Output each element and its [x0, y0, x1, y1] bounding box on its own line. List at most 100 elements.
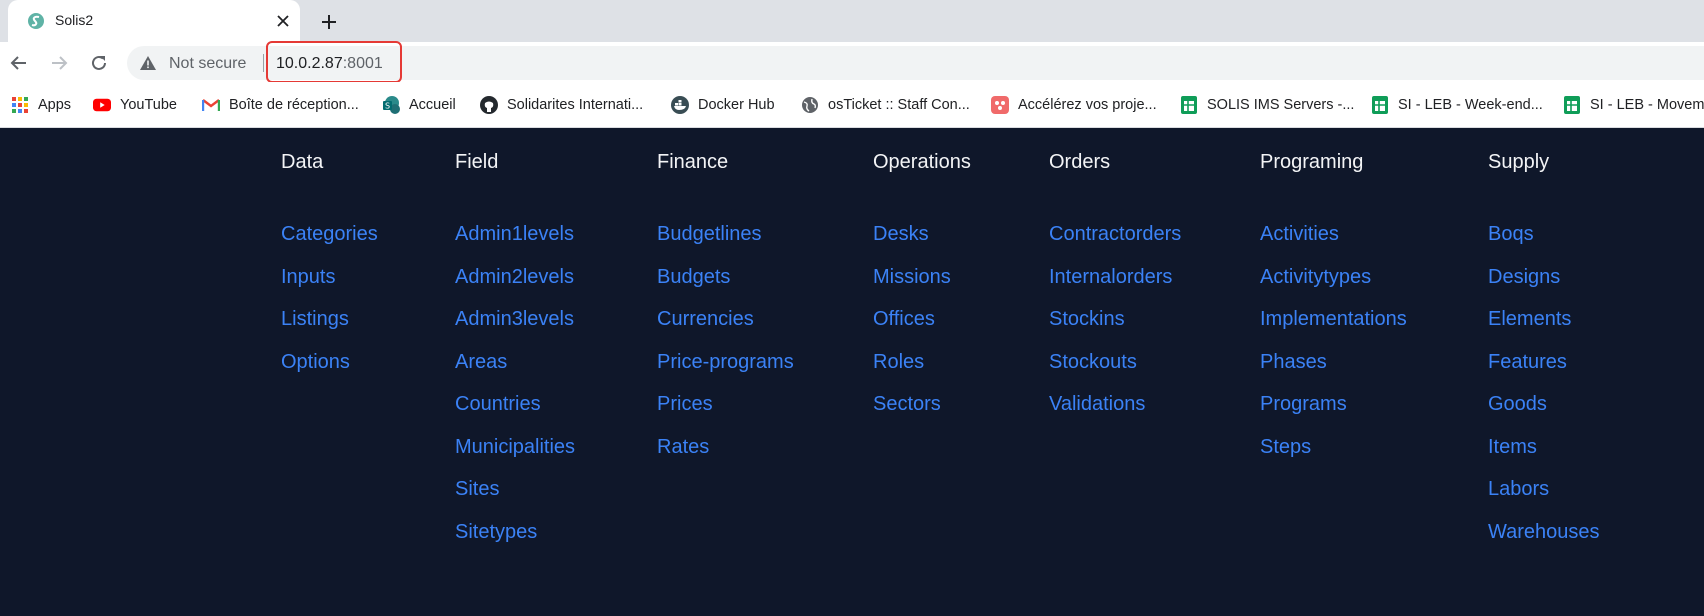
menu-link[interactable]: Admin3levels	[455, 307, 575, 350]
menu-link[interactable]: Prices	[657, 392, 794, 435]
menu-link[interactable]: Internalorders	[1049, 265, 1181, 308]
menu-link[interactable]: Steps	[1260, 435, 1407, 478]
menu-link[interactable]: Sites	[455, 477, 575, 520]
menu-link[interactable]: Programs	[1260, 392, 1407, 435]
bookmark-osticket[interactable]: osTicket :: Staff Con...	[801, 94, 970, 116]
menu-link[interactable]: Boqs	[1488, 222, 1600, 265]
mega-menu: Data Categories Inputs Listings Options …	[256, 128, 1630, 588]
bookmark-youtube[interactable]: YouTube	[93, 94, 177, 116]
sheets-icon	[1180, 96, 1198, 114]
tab-title: Solis2	[55, 12, 94, 28]
menu-link[interactable]: Contractorders	[1049, 222, 1181, 265]
youtube-icon	[93, 96, 111, 114]
menu-link[interactable]: Price-programs	[657, 350, 794, 393]
bookmark-accueil[interactable]: S Accueil	[382, 94, 456, 116]
column-header: Programing	[1260, 151, 1364, 173]
close-tab-icon[interactable]	[274, 12, 292, 30]
menu-link[interactable]: Currencies	[657, 307, 794, 350]
bookmark-label: SI - LEB - Week-end...	[1398, 97, 1543, 113]
menu-link[interactable]: Phases	[1260, 350, 1407, 393]
solis-favicon-icon	[27, 12, 45, 30]
page-content: Data Categories Inputs Listings Options …	[0, 128, 1704, 616]
bookmark-label: SOLIS IMS Servers -...	[1207, 97, 1355, 113]
menu-link[interactable]: Areas	[455, 350, 575, 393]
menu-link[interactable]: Desks	[873, 222, 951, 265]
menu-link[interactable]: Designs	[1488, 265, 1600, 308]
menu-link[interactable]: Budgetlines	[657, 222, 794, 265]
menu-link[interactable]: Budgets	[657, 265, 794, 308]
bookmark-label: Docker Hub	[698, 97, 775, 113]
back-arrow-icon[interactable]	[8, 52, 30, 74]
menu-link[interactable]: Activities	[1260, 222, 1407, 265]
docker-icon	[671, 96, 689, 114]
menu-link[interactable]: Sectors	[873, 392, 951, 435]
bookmark-solis-ims[interactable]: SOLIS IMS Servers -...	[1180, 94, 1354, 116]
menu-link[interactable]: Offices	[873, 307, 951, 350]
forward-arrow-icon[interactable]	[48, 52, 70, 74]
menu-link[interactable]: Elements	[1488, 307, 1600, 350]
menu-link[interactable]: Warehouses	[1488, 520, 1600, 563]
menu-link[interactable]: Municipalities	[455, 435, 575, 478]
apps-grid-icon	[11, 96, 29, 114]
warning-icon[interactable]	[140, 56, 156, 70]
bookmark-label: Apps	[38, 97, 72, 113]
menu-link[interactable]: Features	[1488, 350, 1600, 393]
sheets-icon	[1371, 96, 1389, 114]
new-tab-icon[interactable]	[318, 11, 340, 33]
bookmark-label: YouTube	[120, 97, 177, 113]
bookmark-apps[interactable]: Apps	[11, 94, 71, 116]
bookmark-docker-hub[interactable]: Docker Hub	[671, 94, 775, 116]
globe-icon	[801, 96, 819, 114]
menu-link[interactable]: Stockouts	[1049, 350, 1181, 393]
bookmark-label: osTicket :: Staff Con...	[828, 97, 970, 113]
menu-link[interactable]: Options	[281, 350, 378, 393]
column-header: Finance	[657, 151, 729, 173]
github-icon	[480, 96, 498, 114]
bookmarks-bar: Apps YouTube Boîte de réception... S Acc…	[0, 82, 1704, 128]
menu-link[interactable]: Items	[1488, 435, 1600, 478]
column-header: Orders	[1049, 151, 1111, 173]
column-header: Operations	[873, 151, 971, 173]
sheets-icon	[1563, 96, 1581, 114]
url-highlight-annotation	[266, 41, 402, 83]
menu-link[interactable]: Implementations	[1260, 307, 1407, 350]
bookmark-accelerez[interactable]: Accélérez vos proje...	[991, 94, 1157, 116]
menu-link[interactable]: Roles	[873, 350, 951, 393]
browser-toolbar: Not secure 10.0.2.87:8001	[0, 42, 1704, 82]
svg-text:S: S	[385, 102, 390, 111]
bookmark-label: Solidarites Internati...	[507, 97, 644, 113]
gmail-icon	[202, 96, 220, 114]
bookmark-label: Accueil	[409, 97, 456, 113]
app-icon	[991, 96, 1009, 114]
tab-strip: Solis2	[0, 0, 1704, 42]
bookmark-label: SI - LEB - Movem	[1590, 97, 1704, 113]
browser-tab[interactable]: Solis2	[8, 0, 300, 42]
menu-link[interactable]: Goods	[1488, 392, 1600, 435]
reload-icon[interactable]	[88, 52, 110, 74]
sharepoint-icon: S	[382, 96, 400, 114]
security-status-label[interactable]: Not secure	[169, 55, 246, 73]
column-header: Field	[455, 151, 499, 173]
bookmark-gmail[interactable]: Boîte de réception...	[202, 94, 359, 116]
bookmark-si-leb-movem[interactable]: SI - LEB - Movem	[1563, 94, 1704, 116]
menu-link[interactable]: Countries	[455, 392, 575, 435]
menu-link[interactable]: Labors	[1488, 477, 1600, 520]
menu-link[interactable]: Inputs	[281, 265, 378, 308]
bookmark-label: Boîte de réception...	[229, 97, 359, 113]
menu-link[interactable]: Listings	[281, 307, 378, 350]
menu-link[interactable]: Categories	[281, 222, 378, 265]
menu-link[interactable]: Admin1levels	[455, 222, 575, 265]
column-header: Supply	[1488, 151, 1550, 173]
menu-link[interactable]: Validations	[1049, 392, 1181, 435]
menu-link[interactable]: Activitytypes	[1260, 265, 1407, 308]
bookmark-solidarites[interactable]: Solidarites Internati...	[480, 94, 643, 116]
menu-link[interactable]: Admin2levels	[455, 265, 575, 308]
bookmark-si-leb-weekend[interactable]: SI - LEB - Week-end...	[1371, 94, 1543, 116]
column-header: Data	[281, 151, 324, 173]
menu-link[interactable]: Missions	[873, 265, 951, 308]
bookmark-label: Accélérez vos proje...	[1018, 97, 1157, 113]
menu-link[interactable]: Rates	[657, 435, 794, 478]
address-divider	[263, 54, 264, 72]
menu-link[interactable]: Stockins	[1049, 307, 1181, 350]
menu-link[interactable]: Sitetypes	[455, 520, 575, 563]
